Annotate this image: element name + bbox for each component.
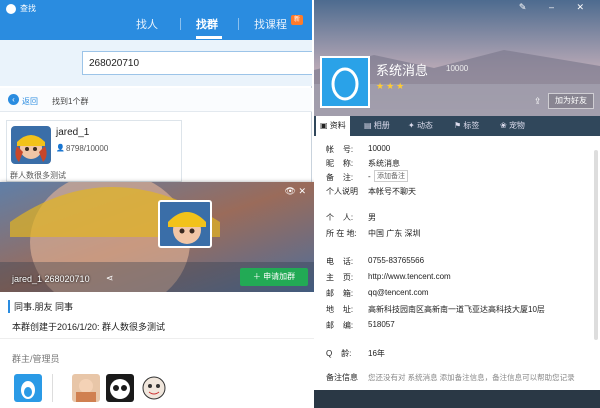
- memo-dash: -: [368, 172, 371, 181]
- email-label: 邮 箱:: [326, 289, 354, 298]
- group-member-count: 8798/10000: [66, 144, 109, 153]
- memo-label: 备 注:: [326, 173, 354, 182]
- pet-icon: ❀: [500, 121, 509, 130]
- qq-age-value: 16年: [368, 349, 385, 358]
- group-avatar-large: [158, 200, 212, 248]
- qq-age-label: Q 龄:: [326, 349, 352, 358]
- profile-body: 帐 号: 10000 昵 称: 系统消息 备 注: - 添加备注 个人说明 本帐…: [314, 136, 600, 408]
- email-value: qq@tencent.com: [368, 288, 429, 297]
- gender-label: 个 人:: [326, 213, 354, 222]
- members-icon: 👤: [56, 145, 65, 152]
- location-label: 所 在 地:: [326, 229, 357, 238]
- zip-value: 518057: [368, 320, 395, 329]
- profile-card-icon: ▣: [320, 121, 330, 130]
- tab-album[interactable]: ▤ 相册: [364, 120, 390, 131]
- tab-tags[interactable]: ⚑ 标签: [454, 120, 479, 131]
- tab-separator: [180, 18, 181, 30]
- window-controls[interactable]: ✎ – ✕: [519, 2, 594, 13]
- tab-pets[interactable]: ❀ 宠物: [500, 120, 525, 131]
- account-value: 10000: [368, 144, 391, 153]
- add-friend-button[interactable]: 加为好友: [548, 93, 594, 109]
- admin-divider: [52, 374, 53, 402]
- admin-avatar-panda-icon[interactable]: [106, 374, 134, 402]
- tag-icon: ⚑: [454, 121, 464, 130]
- group-tags: 同事.朋友 同事: [8, 300, 73, 313]
- group-info-popup: 👁 ✕ jared_1 268020710 ⋖ ＋ 申请加群 同事.朋友 同事 …: [0, 182, 314, 408]
- signature-label: 个人说明: [326, 187, 358, 196]
- nickname-label: 昵 称:: [326, 159, 354, 168]
- group-name-and-number: jared_1 268020710: [12, 274, 90, 284]
- add-memo-button[interactable]: 添加备注: [374, 170, 408, 182]
- phone-label: 电 话:: [326, 257, 354, 266]
- plus-icon: ＋: [252, 272, 264, 281]
- phone-value: 0755-83765566: [368, 256, 425, 265]
- search-window-title: 查找: [20, 4, 36, 13]
- profile-tabs: ▣ 资料 ▤ 相册 ✦ 动态 ⚑ 标签 ❀ 宠物: [314, 116, 600, 136]
- popup-window-controls[interactable]: 👁 ✕: [285, 186, 306, 197]
- homepage-link[interactable]: http://www.tencent.com: [368, 272, 451, 281]
- new-badge: 新: [291, 15, 303, 25]
- admin-avatar[interactable]: [140, 374, 168, 402]
- homepage-label: 主 页:: [326, 273, 354, 282]
- memo-info-value: 您还没有对 系统消息 添加备注信息，备注信息可以帮助您记录: [368, 373, 575, 382]
- album-icon: ▤: [364, 121, 374, 130]
- share-icon[interactable]: ⇪: [534, 96, 542, 107]
- profile-window: ✎ – ✕ 系统消息 10000 ★★★ ⇪ 加为好友 ▣ 资料 ▤ 相册 ✦ …: [314, 0, 600, 408]
- join-group-label: 申请加群: [263, 272, 296, 281]
- result-toolbar: [0, 88, 312, 112]
- level-stars-icon: ★★★: [376, 81, 407, 91]
- tab-feed[interactable]: ✦ 动态: [408, 120, 433, 131]
- tab-find-groups[interactable]: 找群: [196, 16, 218, 32]
- share-icon[interactable]: ⋖: [106, 273, 114, 284]
- result-count: 找到1个群: [52, 97, 89, 106]
- nickname-value: 系统消息: [368, 159, 400, 168]
- tab-find-people[interactable]: 找人: [136, 16, 158, 32]
- signature-value: 本帐号不聊天: [368, 187, 416, 196]
- admin-avatar-penguin-icon[interactable]: [14, 374, 42, 402]
- admin-avatar[interactable]: [72, 374, 100, 402]
- profile-avatar: [320, 56, 370, 108]
- back-button[interactable]: 返回: [22, 96, 38, 107]
- address-value: 高新科技园南区高新南一道飞亚达高科技大厦10层: [368, 305, 545, 314]
- gender-value: 男: [368, 213, 376, 222]
- search-input[interactable]: [82, 51, 312, 75]
- back-arrow-icon[interactable]: ‹: [8, 94, 19, 105]
- address-label: 地 址:: [326, 305, 354, 314]
- location-value: 中国 广东 深圳: [368, 229, 421, 238]
- tab-find-courses[interactable]: 找课程: [254, 16, 287, 32]
- group-intro: 本群创建于2016/1/20: 群人数很多测试: [12, 322, 166, 332]
- divider: [0, 338, 314, 339]
- qq-logo-icon: [6, 4, 16, 14]
- join-group-button[interactable]: ＋ 申请加群: [240, 268, 308, 286]
- zip-label: 邮 编:: [326, 321, 354, 330]
- group-description: 群人数很多测试: [10, 171, 66, 180]
- account-label: 帐 号:: [326, 145, 354, 154]
- tab-profile[interactable]: ▣ 资料: [316, 116, 350, 136]
- group-avatar[interactable]: [11, 126, 51, 164]
- profile-scrollbar[interactable]: [594, 150, 598, 340]
- profile-qq-number: 10000: [446, 64, 469, 73]
- active-tab-indicator: [196, 36, 222, 39]
- tab-separator: [238, 18, 239, 30]
- group-name[interactable]: jared_1: [56, 127, 89, 138]
- memo-info-label: 备注信息: [326, 373, 358, 382]
- feed-icon: ✦: [408, 121, 417, 130]
- profile-footer: [314, 390, 600, 408]
- profile-name: 系统消息: [376, 63, 429, 78]
- admins-label: 群主/管理员: [12, 354, 60, 364]
